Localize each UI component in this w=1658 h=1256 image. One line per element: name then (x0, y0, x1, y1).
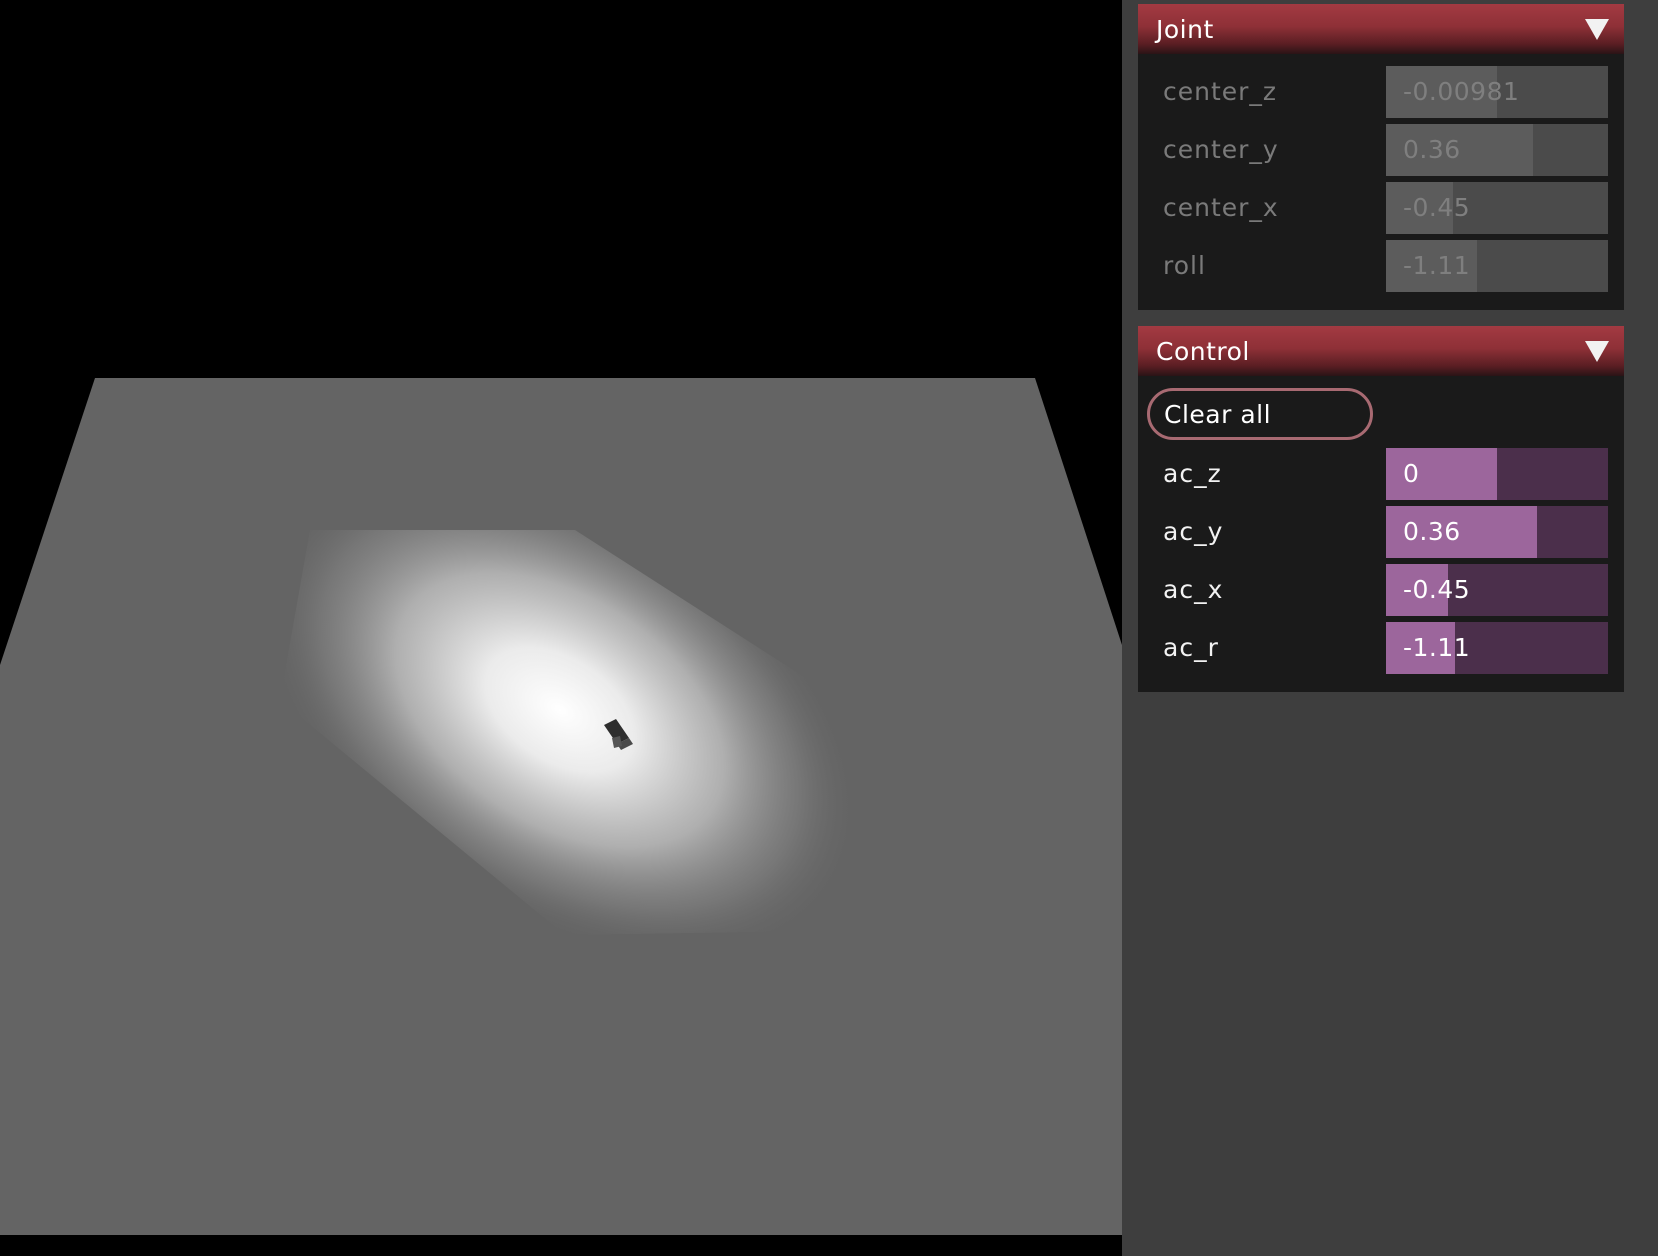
control-row-ac-y: ac_y 0.36 (1138, 506, 1624, 558)
center-z-value: -0.00981 (1403, 77, 1520, 106)
control-row-ac-r: ac_r -1.11 (1138, 622, 1624, 674)
control-section-title: Control (1156, 336, 1250, 366)
joint-row-center-x: center_x -0.45 (1138, 182, 1624, 234)
center-x-slider[interactable]: -0.45 (1386, 182, 1608, 234)
control-label-ac-y: ac_y (1163, 517, 1224, 546)
control-label-ac-x: ac_x (1163, 575, 1224, 604)
center-y-slider[interactable]: 0.36 (1386, 124, 1608, 176)
ac-x-value: -0.45 (1403, 575, 1471, 604)
center-z-slider[interactable]: -0.00981 (1386, 66, 1608, 118)
joint-row-center-z: center_z -0.00981 (1138, 66, 1624, 118)
roll-value: -1.11 (1403, 251, 1471, 280)
ac-x-slider[interactable]: -0.45 (1386, 564, 1608, 616)
joint-label-center-x: center_x (1163, 193, 1279, 222)
ac-r-value: -1.11 (1403, 633, 1471, 662)
control-section-header[interactable]: Control (1138, 326, 1624, 376)
roll-slider[interactable]: -1.11 (1386, 240, 1608, 292)
ac-z-value: 0 (1403, 459, 1420, 488)
ac-y-slider[interactable]: 0.36 (1386, 506, 1608, 558)
side-panel: Joint center_z -0.00981 center_y 0.36 ce… (1122, 0, 1658, 1256)
ac-y-value: 0.36 (1403, 517, 1461, 546)
collapse-triangle-icon[interactable] (1584, 17, 1610, 41)
joint-section-header[interactable]: Joint (1138, 4, 1624, 54)
center-x-value: -0.45 (1403, 193, 1471, 222)
ac-r-slider[interactable]: -1.11 (1386, 622, 1608, 674)
simulation-app: Joint center_z -0.00981 center_y 0.36 ce… (0, 0, 1658, 1256)
joint-row-roll: roll -1.11 (1138, 240, 1624, 292)
collapse-triangle-icon[interactable] (1584, 339, 1610, 363)
ac-z-slider[interactable]: 0 (1386, 448, 1608, 500)
control-row-ac-z: ac_z 0 (1138, 448, 1624, 500)
joint-section: Joint center_z -0.00981 center_y 0.36 ce… (1138, 4, 1624, 310)
joint-row-center-y: center_y 0.36 (1138, 124, 1624, 176)
3d-viewport[interactable] (0, 0, 1122, 1256)
joint-label-center-y: center_y (1163, 135, 1279, 164)
control-row-ac-x: ac_x -0.45 (1138, 564, 1624, 616)
clear-all-button[interactable]: Clear all (1147, 388, 1373, 440)
joint-section-title: Joint (1156, 14, 1214, 44)
joint-label-center-z: center_z (1163, 77, 1278, 106)
control-section: Control Clear all ac_z 0 ac_y 0.36 ac_x … (1138, 326, 1624, 692)
joint-label-roll: roll (1163, 251, 1206, 280)
scene-canvas[interactable] (0, 0, 1122, 1256)
control-label-ac-r: ac_r (1163, 633, 1219, 662)
center-y-value: 0.36 (1403, 135, 1461, 164)
control-label-ac-z: ac_z (1163, 459, 1222, 488)
